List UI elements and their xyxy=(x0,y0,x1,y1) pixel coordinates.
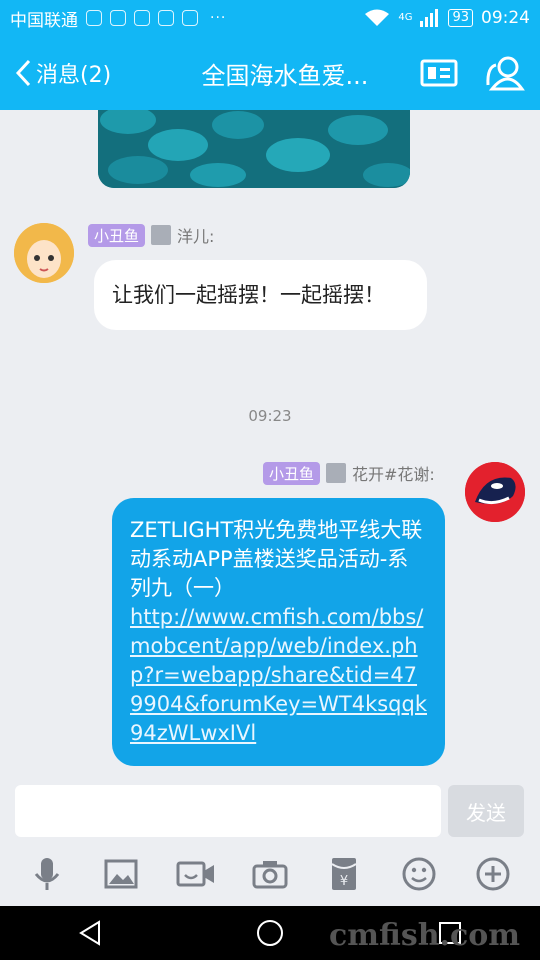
composer-toolbar: ¥ xyxy=(0,842,540,906)
member-tag: 小丑鱼 xyxy=(88,223,146,247)
sender-line: 小丑鱼 花开#花谢: xyxy=(263,461,435,485)
my-avatar[interactable] xyxy=(465,462,525,522)
message-text: ZETLIGHT积光免费地平线大联动系动APP盖楼送奖品活动-系列九（一） xyxy=(130,518,423,600)
level-icon xyxy=(326,463,347,483)
level-icon xyxy=(151,225,172,245)
camera-icon xyxy=(252,861,288,889)
more-button[interactable] xyxy=(471,852,515,896)
circle-home-icon xyxy=(257,920,283,946)
app-notification-icon xyxy=(182,10,198,26)
microphone-icon xyxy=(34,858,60,890)
clock: 09:24 xyxy=(481,8,530,28)
red-packet-button[interactable]: ¥ xyxy=(322,852,366,896)
chevron-left-icon xyxy=(15,59,31,87)
message-link[interactable]: http://www.cmfish.com/bbs/mobcent/app/we… xyxy=(130,605,427,745)
notification-icons: ··· xyxy=(86,10,226,26)
app-notification-icon xyxy=(158,10,174,26)
sender-name: 花开#花谢: xyxy=(352,465,435,484)
group-profile-icon[interactable] xyxy=(420,59,458,87)
cartoon-girl-avatar xyxy=(14,223,74,283)
watermark-logo: cmfish.com xyxy=(329,918,520,953)
composer: 发送 xyxy=(0,772,540,842)
smiley-icon xyxy=(402,857,436,891)
message-bubble-sent[interactable]: ZETLIGHT积光免费地平线大联动系动APP盖楼送奖品活动-系列九（一） ht… xyxy=(112,498,445,766)
network-type-label: 4G xyxy=(398,12,413,23)
emoji-button[interactable] xyxy=(397,852,441,896)
camera-button[interactable] xyxy=(248,852,292,896)
wifi-notification-icon xyxy=(134,10,150,26)
image-icon xyxy=(104,859,138,889)
send-button[interactable]: 发送 xyxy=(448,785,524,837)
sender-name: 洋儿: xyxy=(177,227,215,246)
plus-circle-icon xyxy=(476,857,510,891)
notification-icon xyxy=(86,10,102,26)
timestamp: 09:23 xyxy=(248,407,292,425)
group-members-icon[interactable] xyxy=(484,55,526,91)
member-tag: 小丑鱼 xyxy=(263,461,321,485)
battery-indicator: 93 xyxy=(448,9,473,27)
triangle-back-icon xyxy=(79,920,100,946)
message-bubble[interactable]: 让我们一起摇摆！一起摇摆！ xyxy=(94,260,427,330)
svg-text:¥: ¥ xyxy=(340,874,348,889)
back-button[interactable]: 消息(2) xyxy=(0,57,150,89)
video-call-icon xyxy=(176,861,214,887)
system-back-button[interactable] xyxy=(60,906,120,960)
orca-avatar xyxy=(465,462,525,522)
signal-icon xyxy=(420,9,439,27)
avatar[interactable] xyxy=(14,223,74,283)
status-bar: 中国联通 ··· 4G 93 09:24 xyxy=(0,0,540,36)
wifi-icon xyxy=(365,9,390,26)
message-list[interactable]: 小丑鱼 洋儿: 让我们一起摇摆！一起摇摆！ 09:23 小丑鱼 花开#花谢: Z… xyxy=(0,110,540,772)
gallery-notification-icon xyxy=(110,10,126,26)
coral-photo xyxy=(98,110,410,188)
message-input[interactable] xyxy=(15,785,441,837)
video-button[interactable] xyxy=(174,852,218,896)
image-message[interactable] xyxy=(98,110,410,188)
carrier-label: 中国联通 xyxy=(10,10,78,31)
back-label: 消息(2) xyxy=(36,63,112,88)
red-packet-icon: ¥ xyxy=(331,858,357,890)
chat-title: 全国海水鱼爱... xyxy=(201,61,369,90)
sender-line: 小丑鱼 洋儿: xyxy=(88,223,214,247)
system-home-button[interactable] xyxy=(240,906,300,960)
more-notifications-indicator: ··· xyxy=(210,10,227,26)
chat-header: 消息(2) 全国海水鱼爱... xyxy=(0,36,540,110)
photo-button[interactable] xyxy=(99,852,143,896)
voice-button[interactable] xyxy=(25,852,69,896)
